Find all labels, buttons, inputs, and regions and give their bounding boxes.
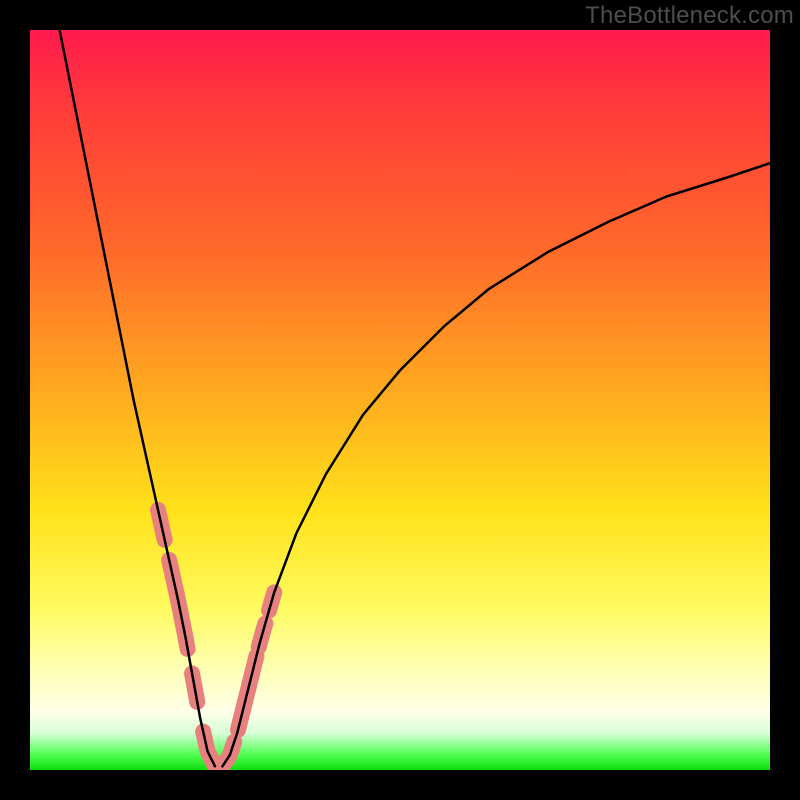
- curve-layer: [30, 30, 770, 770]
- plot-area: [30, 30, 770, 770]
- outer-frame: TheBottleneck.com: [0, 0, 800, 800]
- right-curve: [222, 163, 770, 766]
- watermark-text: TheBottleneck.com: [585, 2, 794, 30]
- highlight-segments: [158, 510, 274, 766]
